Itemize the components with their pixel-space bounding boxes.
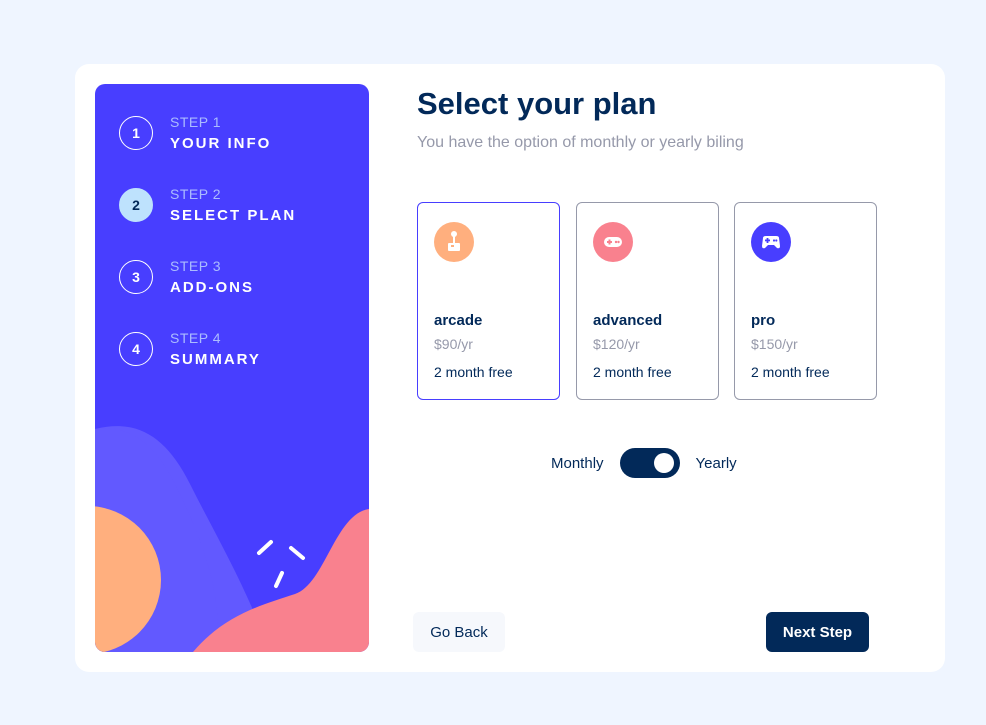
plan-promo: 2 month free: [751, 364, 830, 380]
plan-name: pro: [751, 312, 776, 329]
step-2[interactable]: 2 STEP 2 SELECT PLAN: [119, 186, 296, 224]
page-title: Select your plan: [417, 86, 657, 121]
plan-price: $120/yr: [593, 336, 640, 352]
billing-toggle-row: Monthly Yearly: [551, 448, 737, 478]
step-4-number: 4: [119, 332, 153, 366]
toggle-knob: [653, 453, 674, 473]
step-3-title: ADD-ONS: [170, 279, 254, 296]
plan-card-arcade[interactable]: arcade $90/yr 2 month free: [417, 202, 560, 400]
controller-icon: [751, 222, 791, 262]
plan-promo: 2 month free: [593, 364, 672, 380]
step-1-number: 1: [119, 116, 153, 150]
sidebar-decoration: [95, 426, 369, 652]
step-1-title: YOUR INFO: [170, 135, 272, 152]
plan-card-advanced[interactable]: advanced $120/yr 2 month free: [576, 202, 719, 400]
step-2-title: SELECT PLAN: [170, 207, 297, 224]
plan-name: arcade: [434, 312, 483, 329]
step-3-number: 3: [119, 260, 153, 294]
go-back-button[interactable]: Go Back: [413, 612, 505, 652]
yearly-label[interactable]: Yearly: [696, 455, 737, 472]
form-card: 1 STEP 1 YOUR INFO 2 STEP 2 SELECT PLAN …: [75, 64, 945, 672]
plan-name: advanced: [593, 312, 663, 329]
step-3[interactable]: 3 STEP 3 ADD-ONS: [119, 258, 254, 296]
next-step-button[interactable]: Next Step: [766, 612, 869, 652]
billing-toggle[interactable]: [619, 448, 680, 478]
step-2-number: 2: [119, 188, 153, 222]
monthly-label[interactable]: Monthly: [551, 455, 604, 472]
plan-promo: 2 month free: [434, 364, 513, 380]
plan-price: $150/yr: [751, 336, 798, 352]
step-2-label: STEP 2: [170, 186, 221, 202]
step-1-label: STEP 1: [170, 114, 221, 130]
step-4-label: STEP 4: [170, 330, 221, 346]
plan-card-pro[interactable]: pro $150/yr 2 month free: [734, 202, 877, 400]
sidebar: 1 STEP 1 YOUR INFO 2 STEP 2 SELECT PLAN …: [95, 84, 369, 652]
arcade-icon: [434, 222, 474, 262]
step-3-label: STEP 3: [170, 258, 221, 274]
step-4-title: SUMMARY: [170, 351, 261, 368]
plan-price: $90/yr: [434, 336, 473, 352]
gamepad-icon: [593, 222, 633, 262]
page-subtitle: You have the option of monthly or yearly…: [417, 134, 744, 151]
step-1[interactable]: 1 STEP 1 YOUR INFO: [119, 114, 271, 152]
step-4[interactable]: 4 STEP 4 SUMMARY: [119, 330, 261, 368]
